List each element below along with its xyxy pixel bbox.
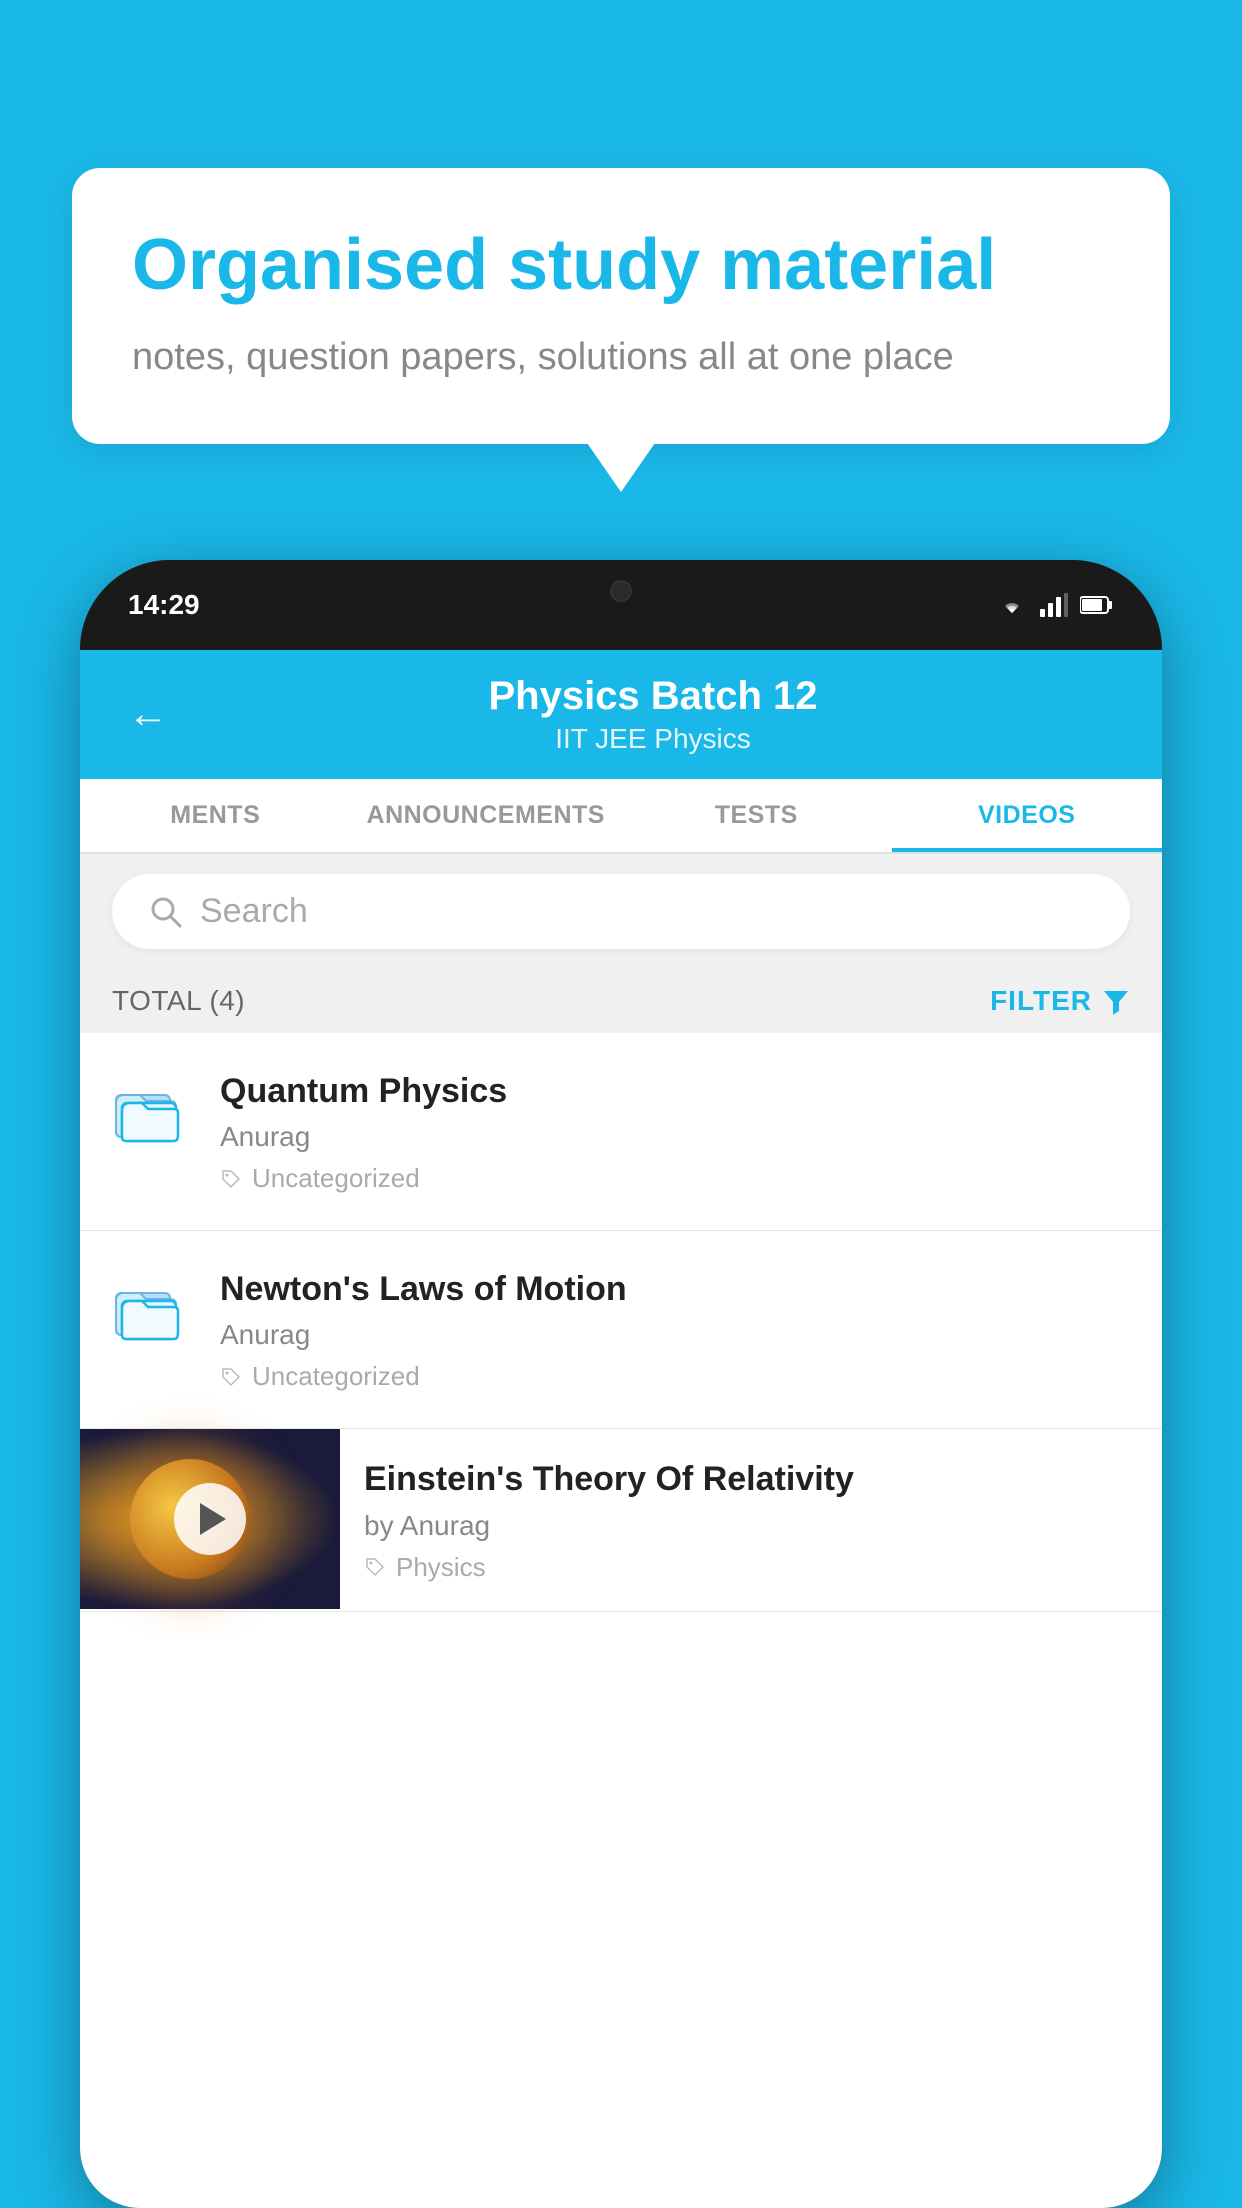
status-icons: [996, 593, 1114, 617]
video-tag: Uncategorized: [220, 1163, 1130, 1194]
tag-icon: [364, 1556, 386, 1578]
video-thumbnail: [80, 1429, 340, 1609]
filter-icon: [1102, 987, 1130, 1015]
search-bar[interactable]: Search: [112, 874, 1130, 949]
tag-icon: [220, 1366, 242, 1388]
bubble-title: Organised study material: [132, 224, 1110, 307]
search-icon: [148, 894, 184, 930]
video-tag: Uncategorized: [220, 1361, 1130, 1392]
video-author: Anurag: [220, 1319, 1130, 1351]
signal-icon: [1040, 593, 1068, 617]
video-title: Einstein's Theory Of Relativity: [364, 1457, 1138, 1501]
video-info: Newton's Laws of Motion Anurag Uncategor…: [220, 1267, 1130, 1392]
video-title: Newton's Laws of Motion: [220, 1267, 1130, 1311]
filter-label: FILTER: [990, 985, 1092, 1017]
camera: [610, 580, 632, 602]
search-placeholder: Search: [200, 892, 308, 931]
tag-label: Uncategorized: [252, 1163, 420, 1194]
app-header: ← Physics Batch 12 IIT JEE Physics: [80, 650, 1162, 779]
video-title: Quantum Physics: [220, 1069, 1130, 1113]
tab-announcements[interactable]: ANNOUNCEMENTS: [351, 779, 622, 852]
play-button[interactable]: [174, 1483, 246, 1555]
header-subtitle: IIT JEE Physics: [192, 723, 1114, 755]
header-title: Physics Batch 12: [192, 674, 1114, 719]
status-bar: 14:29: [80, 560, 1162, 650]
header-center: Physics Batch 12 IIT JEE Physics: [192, 674, 1114, 755]
video-info: Einstein's Theory Of Relativity by Anura…: [340, 1429, 1162, 1610]
tabs-bar: MENTS ANNOUNCEMENTS TESTS VIDEOS: [80, 779, 1162, 854]
bubble-subtitle: notes, question papers, solutions all at…: [132, 331, 1110, 384]
video-list: Quantum Physics Anurag Uncategorized: [80, 1033, 1162, 2208]
list-item[interactable]: Quantum Physics Anurag Uncategorized: [80, 1033, 1162, 1231]
filter-row: TOTAL (4) FILTER: [80, 969, 1162, 1033]
speech-bubble: Organised study material notes, question…: [72, 168, 1170, 444]
status-time: 14:29: [128, 589, 200, 621]
video-author: Anurag: [220, 1121, 1130, 1153]
tag-label: Physics: [396, 1552, 486, 1583]
battery-icon: [1080, 595, 1114, 615]
search-bar-container: Search: [80, 854, 1162, 969]
tab-videos[interactable]: VIDEOS: [892, 779, 1163, 852]
phone-screen: ← Physics Batch 12 IIT JEE Physics MENTS…: [80, 650, 1162, 2208]
filter-button[interactable]: FILTER: [990, 985, 1130, 1017]
tab-ments[interactable]: MENTS: [80, 779, 351, 852]
video-tag: Physics: [364, 1552, 1138, 1583]
list-item[interactable]: Newton's Laws of Motion Anurag Uncategor…: [80, 1231, 1162, 1429]
video-info: Quantum Physics Anurag Uncategorized: [220, 1069, 1130, 1194]
video-folder-icon: [112, 1075, 192, 1152]
list-item[interactable]: Einstein's Theory Of Relativity by Anura…: [80, 1429, 1162, 1611]
video-author: by Anurag: [364, 1510, 1138, 1542]
back-button[interactable]: ←: [128, 692, 168, 737]
wifi-icon: [996, 593, 1028, 617]
video-folder-icon: [112, 1273, 192, 1350]
total-count: TOTAL (4): [112, 985, 245, 1017]
phone-frame: 14:29: [80, 560, 1162, 2208]
tab-tests[interactable]: TESTS: [621, 779, 892, 852]
tag-label: Uncategorized: [252, 1361, 420, 1392]
tag-icon: [220, 1168, 242, 1190]
notch: [521, 560, 721, 622]
